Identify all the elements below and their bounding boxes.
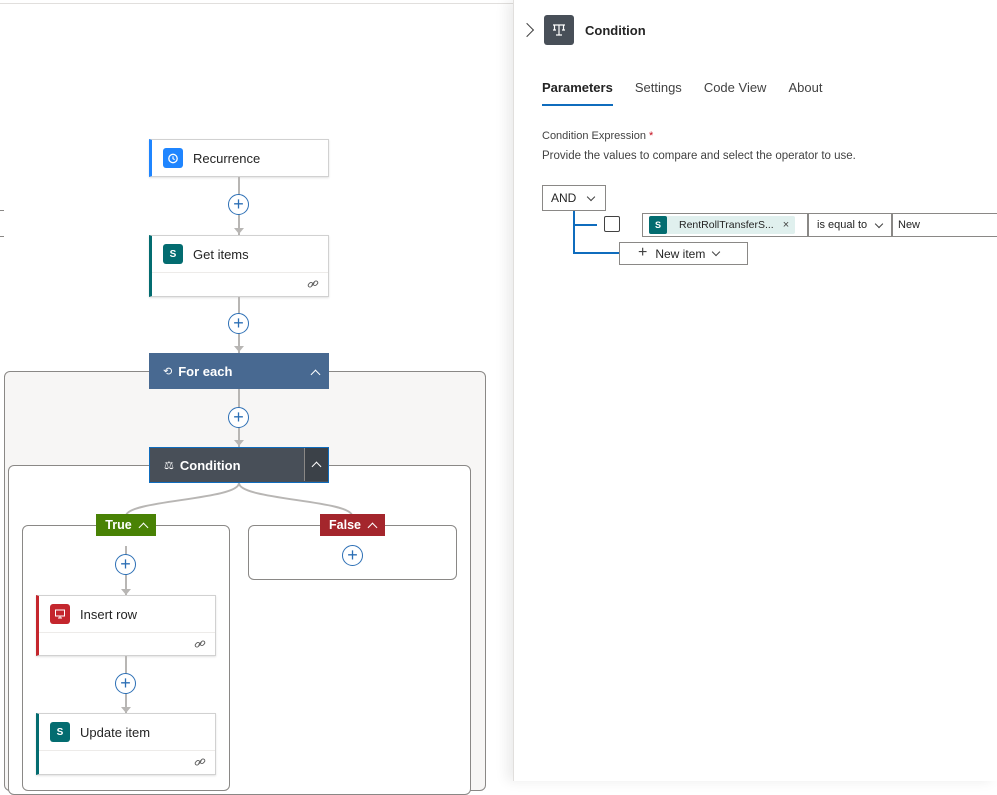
condition-description: Provide the values to compare and select… bbox=[542, 150, 856, 162]
clock-icon bbox=[163, 148, 183, 168]
tab-code-view[interactable]: Code View bbox=[704, 80, 767, 106]
false-branch-header[interactable]: False bbox=[320, 514, 385, 536]
for-each-label: For each bbox=[178, 363, 233, 379]
right-operand-input[interactable]: New bbox=[892, 213, 997, 237]
operator-value: is equal to bbox=[817, 219, 868, 231]
update-item-label: Update item bbox=[80, 724, 151, 740]
condition-header[interactable]: ⚖ Condition bbox=[149, 447, 329, 483]
row-checkbox[interactable] bbox=[604, 216, 620, 232]
right-operand-value: New bbox=[898, 219, 921, 231]
tab-parameters[interactable]: Parameters bbox=[542, 80, 613, 106]
add-icon: + bbox=[638, 243, 648, 261]
new-item-label: New item bbox=[655, 246, 706, 261]
sharepoint-icon: S bbox=[50, 722, 70, 742]
sql-server-icon bbox=[50, 604, 70, 624]
panel-tabs: Parameters Settings Code View About bbox=[542, 80, 822, 106]
recurrence-card[interactable]: Recurrence bbox=[149, 139, 329, 177]
false-branch-label: False bbox=[329, 518, 361, 532]
sharepoint-icon: S bbox=[649, 216, 667, 234]
update-item-card[interactable]: S Update item bbox=[36, 713, 216, 775]
recurrence-label: Recurrence bbox=[193, 150, 261, 166]
collapse-chevron-icon bbox=[138, 522, 149, 532]
insert-step-button[interactable]: + bbox=[115, 554, 136, 575]
link-icon bbox=[307, 280, 319, 288]
condition-icon bbox=[544, 15, 574, 45]
connector-arrow bbox=[234, 440, 244, 446]
connector-arrow bbox=[234, 228, 244, 234]
canvas-edge-tick bbox=[0, 210, 4, 211]
tree-line bbox=[573, 224, 597, 226]
canvas-edge-tick bbox=[0, 236, 4, 237]
chevron-down-icon bbox=[874, 219, 884, 228]
condition-expression-text: Condition Expression bbox=[542, 130, 646, 142]
condition-expression-label: Condition Expression * bbox=[542, 130, 653, 142]
chevron-down-icon bbox=[587, 192, 596, 201]
connector-arrow bbox=[234, 346, 244, 352]
group-operator-dropdown[interactable]: AND bbox=[542, 185, 606, 211]
collapse-chevron-icon[interactable] bbox=[304, 448, 328, 481]
insert-row-label: Insert row bbox=[80, 606, 138, 622]
operator-dropdown[interactable]: is equal to bbox=[808, 213, 892, 237]
link-icon bbox=[194, 758, 206, 766]
get-items-card[interactable]: S Get items bbox=[149, 235, 329, 297]
loop-icon: ⟲ bbox=[163, 365, 173, 378]
panel-title: Condition bbox=[585, 22, 646, 38]
insert-step-button[interactable]: + bbox=[228, 194, 249, 215]
canvas-top-border bbox=[0, 3, 513, 4]
tab-settings[interactable]: Settings bbox=[635, 80, 682, 106]
designer-canvas: Recurrence + S Get items + ⟲ For each + … bbox=[0, 0, 513, 795]
insert-row-card[interactable]: Insert row bbox=[36, 595, 216, 656]
insert-step-button[interactable]: + bbox=[228, 313, 249, 334]
insert-step-button[interactable]: + bbox=[115, 673, 136, 694]
dynamic-content-token[interactable]: S RentRollTransferS... × bbox=[649, 216, 796, 234]
token-text: RentRollTransferS... bbox=[679, 219, 774, 231]
link-icon bbox=[194, 640, 206, 648]
remove-token-icon[interactable]: × bbox=[783, 219, 789, 231]
required-mark: * bbox=[649, 130, 654, 142]
collapse-chevron-icon bbox=[367, 522, 378, 532]
true-branch-label: True bbox=[105, 518, 132, 532]
tree-line bbox=[573, 252, 619, 254]
true-branch-header[interactable]: True bbox=[96, 514, 156, 536]
condition-label: Condition bbox=[179, 457, 241, 473]
insert-step-button[interactable]: + bbox=[342, 545, 363, 566]
sharepoint-icon: S bbox=[163, 244, 183, 264]
collapse-panel-chevron-icon[interactable] bbox=[519, 22, 535, 38]
get-items-label: Get items bbox=[193, 246, 249, 262]
left-operand-input[interactable]: S RentRollTransferS... × bbox=[642, 213, 808, 237]
condition-icon: ⚖ bbox=[164, 459, 174, 472]
details-panel: Condition Parameters Settings Code View … bbox=[513, 0, 997, 781]
chevron-down-icon bbox=[712, 247, 721, 257]
insert-step-button[interactable]: + bbox=[228, 407, 249, 428]
for-each-header[interactable]: ⟲ For each bbox=[149, 353, 329, 389]
tree-line bbox=[573, 211, 575, 254]
collapse-chevron-icon[interactable] bbox=[310, 366, 321, 381]
group-operator-value: AND bbox=[551, 191, 577, 205]
tab-about[interactable]: About bbox=[788, 80, 822, 106]
new-item-button[interactable]: + New item bbox=[619, 242, 748, 265]
